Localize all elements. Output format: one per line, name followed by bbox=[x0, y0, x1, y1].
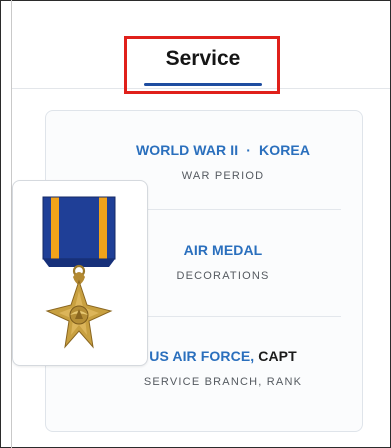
service-branch-label: SERVICE BRANCH, RANK bbox=[143, 376, 303, 388]
service-branch-link[interactable]: US AIR FORCE, bbox=[149, 348, 254, 364]
war-period-value: WORLD WAR II · KOREA bbox=[100, 142, 346, 158]
war-period-link-2[interactable]: KOREA bbox=[259, 142, 310, 158]
air-medal-icon bbox=[42, 196, 116, 349]
section-divider bbox=[145, 209, 341, 210]
war-period-section: WORLD WAR II · KOREA WAR PERIOD bbox=[100, 142, 346, 182]
war-period-link-1[interactable]: WORLD WAR II bbox=[136, 142, 238, 158]
medal-image-card[interactable] bbox=[12, 180, 148, 366]
highlight-annotation-box bbox=[124, 36, 280, 94]
war-period-separator: · bbox=[246, 142, 251, 158]
rank-text: CAPT bbox=[258, 348, 297, 364]
section-divider bbox=[145, 316, 341, 317]
